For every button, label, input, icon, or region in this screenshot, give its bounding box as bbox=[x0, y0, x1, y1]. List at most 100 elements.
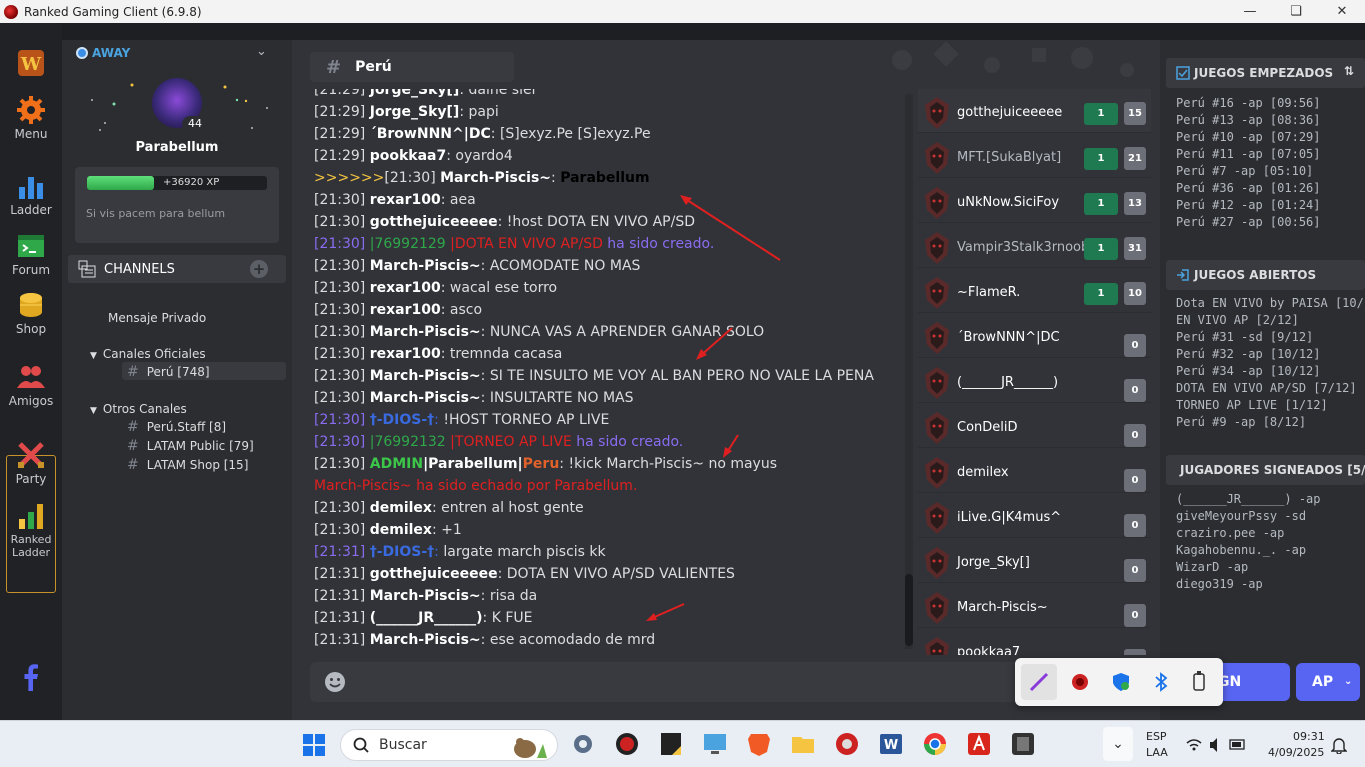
user-row[interactable]: Jorge_Sky[] 0 bbox=[918, 539, 1151, 583]
message-author[interactable]: rexar100 bbox=[370, 302, 441, 318]
list-item[interactable]: Perú #13 -ap [08:36] bbox=[1176, 112, 1321, 129]
notification-bell-icon[interactable] bbox=[1331, 736, 1347, 754]
channel-item-latam-shop[interactable]: # LATAM Shop [15] bbox=[127, 457, 248, 473]
message-author[interactable]: March-Piscis~ bbox=[370, 368, 481, 384]
windows-start-icon[interactable] bbox=[302, 733, 326, 757]
channel-tab[interactable]: # Perú bbox=[310, 52, 514, 82]
list-item[interactable]: TORNEO AP LIVE [1/12] bbox=[1176, 397, 1365, 414]
message-author[interactable]: |76992129 bbox=[370, 236, 446, 252]
chevron-down-icon[interactable]: ⌄ bbox=[256, 44, 267, 59]
message-author[interactable]: March-Piscis~ bbox=[370, 324, 481, 340]
defender-icon[interactable] bbox=[1111, 672, 1131, 692]
channel-item-peru-staff[interactable]: # Perú.Staff [8] bbox=[127, 419, 226, 435]
clock-time[interactable]: 09:31 bbox=[1293, 730, 1325, 743]
message-author[interactable]: rexar100 bbox=[370, 346, 441, 362]
user-row[interactable]: (______JR______) 0 bbox=[918, 359, 1151, 403]
user-row[interactable]: demilex 0 bbox=[918, 449, 1151, 493]
list-item[interactable]: Perú #27 -ap [00:56] bbox=[1176, 214, 1321, 231]
ranked-client-icon[interactable] bbox=[834, 731, 860, 757]
bluetooth-icon[interactable] bbox=[1151, 671, 1171, 693]
status-dropdown[interactable]: AWAY bbox=[76, 46, 130, 60]
minimize-icon[interactable]: — bbox=[1227, 0, 1273, 23]
user-row[interactable]: gotthejuiceeeee 1 15 bbox=[918, 89, 1151, 133]
monitor-icon[interactable] bbox=[702, 731, 728, 757]
list-item[interactable]: Perú #16 -ap [09:56] bbox=[1176, 95, 1321, 112]
user-row[interactable]: iLive.G|K4mus^ 0 bbox=[918, 494, 1151, 538]
nav-party[interactable]: Party bbox=[0, 440, 62, 486]
clock-date[interactable]: 4/09/2025 bbox=[1268, 746, 1324, 759]
list-item[interactable]: Perú #9 -ap [8/12] bbox=[1176, 414, 1365, 431]
lang-indicator-2[interactable]: LAA bbox=[1146, 746, 1168, 759]
nav-shop[interactable]: Shop bbox=[0, 290, 62, 336]
user-row[interactable]: March-Piscis~ 0 bbox=[918, 584, 1151, 628]
game-icon[interactable] bbox=[1010, 731, 1036, 757]
message-author[interactable]: pookkaa7 bbox=[370, 148, 447, 164]
nav-friends[interactable]: Amigos bbox=[0, 362, 62, 408]
chat-scrollbar[interactable] bbox=[905, 94, 913, 649]
list-item[interactable]: craziro.pee -ap bbox=[1176, 525, 1321, 542]
message-author[interactable]: March-Piscis~ bbox=[440, 170, 551, 186]
list-item[interactable]: Perú #11 -ap [07:05] bbox=[1176, 146, 1321, 163]
private-message-item[interactable]: Mensaje Privado bbox=[108, 311, 206, 325]
add-channel-icon[interactable]: + bbox=[250, 260, 268, 278]
message-author[interactable]: †-DIOS-† bbox=[370, 412, 434, 428]
list-item[interactable]: Perú #34 -ap [10/12] bbox=[1176, 363, 1365, 380]
list-item[interactable]: Perú #12 -ap [01:24] bbox=[1176, 197, 1321, 214]
chat-scrollbar-thumb[interactable] bbox=[905, 574, 913, 646]
usb-icon[interactable] bbox=[1189, 670, 1209, 694]
notes-icon[interactable] bbox=[658, 731, 684, 757]
message-author[interactable]: rexar100 bbox=[370, 192, 441, 208]
message-author[interactable]: (______JR______) bbox=[370, 610, 483, 626]
facebook-icon[interactable] bbox=[0, 663, 62, 695]
tray-overflow-chevron-icon[interactable]: ⌄ bbox=[1103, 727, 1133, 761]
file-explorer-icon[interactable] bbox=[790, 731, 816, 757]
mode-select[interactable]: AP ⌄ bbox=[1296, 663, 1360, 701]
message-author[interactable]: Jorge_Sky[] bbox=[370, 104, 460, 120]
list-item[interactable]: (______JR______) -ap bbox=[1176, 491, 1321, 508]
close-icon[interactable]: ✕ bbox=[1319, 0, 1365, 23]
ranked-client-tray-icon[interactable] bbox=[1070, 672, 1090, 692]
other-channels-group[interactable]: ▼ Otros Canales bbox=[90, 402, 187, 416]
message-author[interactable]: Jorge_Sky[] bbox=[370, 89, 460, 98]
channel-item-peru[interactable]: # Perú [748] bbox=[122, 362, 286, 380]
list-item[interactable]: Dota EN VIVO by PAISA [10/12] bbox=[1176, 295, 1365, 312]
list-item[interactable]: Perú #7 -ap [05:10] bbox=[1176, 163, 1321, 180]
list-item[interactable]: DOTA EN VIVO AP/SD [7/12] bbox=[1176, 380, 1365, 397]
network-volume-battery-icon[interactable] bbox=[1186, 737, 1246, 753]
list-item[interactable]: Perú #36 -ap [01:26] bbox=[1176, 180, 1321, 197]
list-item[interactable]: EN VIVO AP [2/12] bbox=[1176, 312, 1365, 329]
user-row[interactable]: uNkNow.SiciFoy 1 13 bbox=[918, 179, 1151, 223]
message-author[interactable]: gotthejuiceeeee bbox=[370, 566, 498, 582]
chrome-icon[interactable] bbox=[922, 731, 948, 757]
settings-gear-icon[interactable] bbox=[570, 731, 596, 757]
list-item[interactable]: Kagahobennu._. -ap bbox=[1176, 542, 1321, 559]
sort-icon[interactable]: ⇅ bbox=[1344, 64, 1354, 78]
nav-menu[interactable]: Menu bbox=[0, 95, 62, 141]
maximize-icon[interactable]: ❏ bbox=[1273, 0, 1319, 23]
list-item[interactable]: Perú #32 -ap [10/12] bbox=[1176, 346, 1365, 363]
app-red-icon[interactable] bbox=[614, 731, 640, 757]
user-row[interactable]: pookkaa7 0 bbox=[918, 629, 1151, 655]
message-author[interactable]: March-Piscis~ bbox=[370, 258, 481, 274]
message-author[interactable]: March-Piscis~ bbox=[370, 632, 481, 648]
warcraft-logo-icon[interactable]: W bbox=[0, 48, 62, 80]
brave-icon[interactable] bbox=[746, 731, 772, 757]
list-item[interactable]: Perú #10 -ap [07:29] bbox=[1176, 129, 1321, 146]
acrobat-icon[interactable] bbox=[966, 731, 992, 757]
user-row[interactable]: ´BrowNNN^|DC 0 bbox=[918, 314, 1151, 358]
user-row[interactable]: ConDeliD 0 bbox=[918, 404, 1151, 448]
emoji-icon[interactable] bbox=[324, 671, 346, 693]
message-author[interactable]: |Parabellum| bbox=[423, 456, 523, 472]
user-row[interactable]: MFT.[SukaBlyat] 1 21 bbox=[918, 134, 1151, 178]
nav-forum[interactable]: Forum bbox=[0, 231, 62, 277]
message-author[interactable]: |76992132 bbox=[370, 434, 446, 450]
list-item[interactable]: diego319 -ap bbox=[1176, 576, 1321, 593]
nav-ranked-ladder[interactable]: Ranked Ladder bbox=[0, 501, 62, 559]
message-author[interactable]: gotthejuiceeeee bbox=[370, 214, 498, 230]
word-icon[interactable]: W bbox=[878, 731, 904, 757]
list-item[interactable]: Perú #31 -sd [9/12] bbox=[1176, 329, 1365, 346]
lang-indicator-1[interactable]: ESP bbox=[1146, 730, 1167, 743]
channel-item-latam-public[interactable]: # LATAM Public [79] bbox=[127, 438, 254, 454]
message-author[interactable]: demilex bbox=[370, 500, 432, 516]
message-author[interactable]: ´BrowNNN^|DC bbox=[370, 126, 491, 142]
